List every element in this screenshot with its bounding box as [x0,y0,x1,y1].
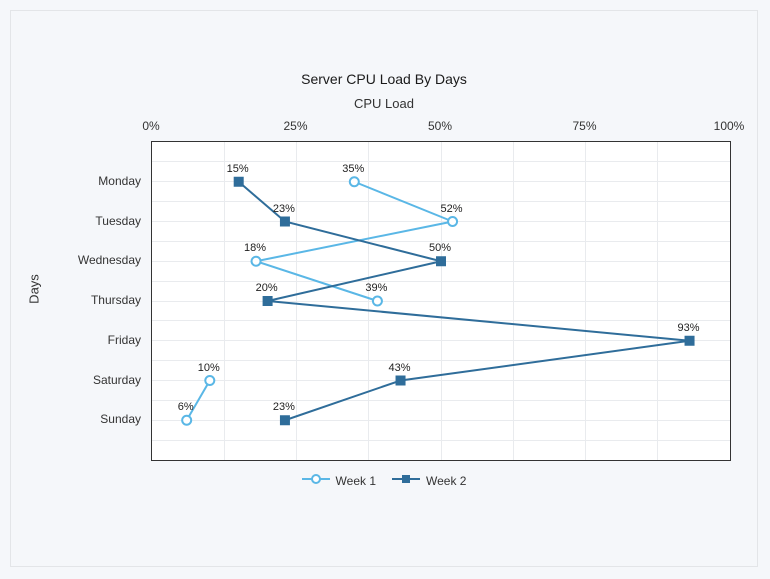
plot-svg [152,142,730,460]
data-label: 39% [365,282,387,294]
data-label: 35% [342,163,364,175]
x-tick-label: 0% [142,119,159,133]
legend: Week 1 Week 2 [11,473,757,488]
plot-area [151,141,731,461]
series-marker-1 [396,376,406,386]
series-marker-1 [280,415,290,425]
x-tick-label: 100% [714,119,745,133]
y-tick-label: Wednesday [61,253,141,267]
data-label: 18% [244,242,266,254]
x-tick-label: 50% [428,119,452,133]
series-line-1 [239,182,690,421]
chart-title: Server CPU Load By Days [11,71,757,87]
series-marker-1 [280,217,290,227]
y-tick-label: Sunday [61,412,141,426]
data-label: 6% [178,401,194,413]
legend-item-0[interactable]: Week 1 [302,473,376,488]
data-label: 50% [429,242,451,254]
y-tick-label: Saturday [61,373,141,387]
data-label: 43% [389,362,411,374]
chart-frame: Server CPU Load By Days CPU Load Days 0%… [10,10,758,567]
series-marker-1 [436,256,446,266]
series-marker-0 [182,416,191,425]
x-tick-label: 25% [283,119,307,133]
series-line-0 [256,182,453,301]
series-marker-0 [373,297,382,306]
y-tick-label: Tuesday [61,214,141,228]
data-label: 52% [441,203,463,215]
x-tick-label: 75% [572,119,596,133]
data-label: 23% [273,401,295,413]
y-tick-label: Friday [61,333,141,347]
series-marker-0 [252,257,261,266]
series-marker-1 [234,177,244,187]
legend-label: Week 1 [336,474,376,488]
data-label: 93% [678,322,700,334]
x-axis-title: CPU Load [11,96,757,111]
legend-item-1[interactable]: Week 2 [392,473,466,488]
data-label: 10% [198,362,220,374]
data-label: 15% [227,163,249,175]
series-marker-0 [350,177,359,186]
series-marker-0 [448,217,457,226]
data-label: 23% [273,203,295,215]
legend-label: Week 2 [426,474,466,488]
series-marker-1 [685,336,695,346]
y-tick-label: Thursday [61,293,141,307]
y-axis-title: Days [26,274,41,304]
series-marker-1 [263,296,273,306]
circle-marker-icon [302,473,330,488]
square-marker-icon [392,473,420,488]
series-marker-0 [205,376,214,385]
y-tick-label: Monday [61,174,141,188]
data-label: 20% [256,282,278,294]
